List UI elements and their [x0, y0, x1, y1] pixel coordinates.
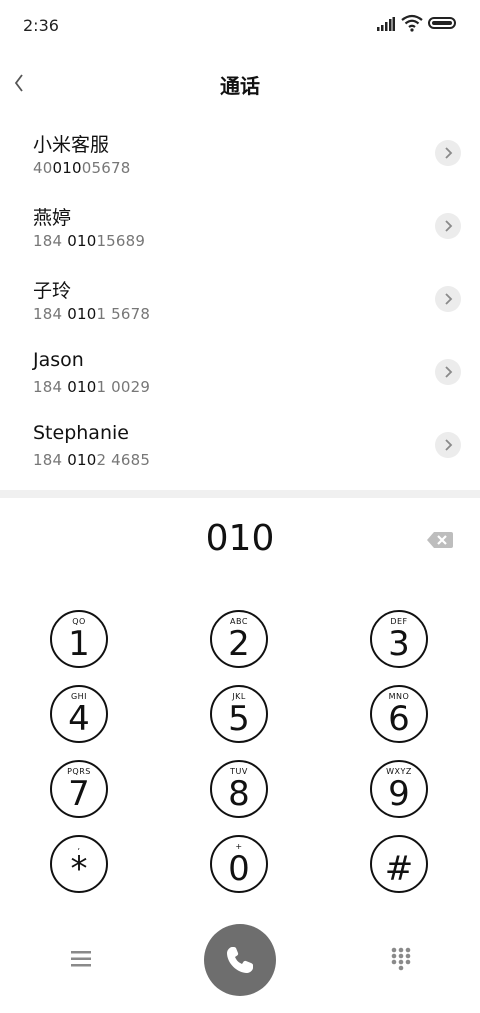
dialed-number: 010: [205, 518, 275, 559]
chevron-right-icon: [445, 366, 453, 378]
contact-number: 184 0102 4685: [33, 451, 151, 469]
key-4[interactable]: GHI 4: [50, 685, 108, 743]
key-digit: 1: [68, 624, 90, 664]
key-hash[interactable]: #: [370, 835, 428, 893]
key-6[interactable]: MNO 6: [370, 685, 428, 743]
key-star[interactable]: , *: [50, 835, 108, 893]
key-9[interactable]: WXYZ 9: [370, 760, 428, 818]
key-digit: 9: [388, 774, 410, 814]
contact-row[interactable]: Jason 184 0101 0029: [0, 337, 480, 410]
contact-name: 小米客服: [33, 134, 110, 156]
key-digit: 2: [228, 624, 250, 664]
contact-detail-button[interactable]: [435, 286, 461, 312]
section-divider: [0, 490, 480, 498]
contact-detail-button[interactable]: [435, 432, 461, 458]
chevron-right-icon: [445, 439, 453, 451]
contact-row[interactable]: 子玲 184 0101 5678: [0, 264, 480, 337]
key-digit: 6: [388, 699, 410, 739]
key-digit: 5: [228, 699, 250, 739]
contact-row[interactable]: 燕婷 184 01015689: [0, 191, 480, 264]
contact-name: Jason: [33, 349, 84, 371]
key-7[interactable]: PQRS 7: [50, 760, 108, 818]
contact-detail-button[interactable]: [435, 359, 461, 385]
key-digit: 3: [388, 624, 410, 664]
key-digit: 4: [68, 699, 90, 739]
chevron-right-icon: [445, 293, 453, 305]
contact-number: 184 0101 0029: [33, 378, 151, 396]
backspace-button[interactable]: [426, 530, 454, 550]
key-0[interactable]: + 0: [210, 835, 268, 893]
chevron-right-icon: [445, 220, 453, 232]
contact-number: 184 01015689: [33, 232, 146, 250]
key-2[interactable]: ABC 2: [210, 610, 268, 668]
contact-row[interactable]: Stephanie 184 0102 4685: [0, 410, 480, 483]
contact-name: 燕婷: [33, 207, 72, 229]
contact-detail-button[interactable]: [435, 213, 461, 239]
status-time: 2:36: [23, 16, 59, 35]
key-digit: *: [70, 849, 88, 889]
menu-button[interactable]: [64, 942, 98, 976]
contact-detail-button[interactable]: [435, 140, 461, 166]
chevron-right-icon: [445, 147, 453, 159]
contact-list: 小米客服 4001005678 燕婷 184 01015689 子玲 184 0…: [0, 118, 480, 483]
page-title: 通话: [220, 74, 260, 98]
wifi-icon: [401, 14, 423, 32]
contact-row[interactable]: 小米客服 4001005678: [0, 118, 480, 191]
contact-name: 子玲: [33, 280, 72, 302]
backspace-icon: [427, 532, 453, 548]
contact-name: Stephanie: [33, 422, 129, 444]
contact-number: 184 0101 5678: [33, 305, 151, 323]
key-digit: 7: [68, 774, 90, 814]
key-digit: 8: [228, 774, 250, 814]
call-button[interactable]: [204, 924, 276, 996]
phone-icon: [227, 947, 253, 973]
dialpad-icon: [391, 947, 411, 971]
contact-number: 4001005678: [33, 159, 131, 177]
battery-icon: [428, 17, 456, 29]
dialpad-toggle-button[interactable]: [386, 944, 416, 974]
key-1[interactable]: QO 1: [50, 610, 108, 668]
key-digit: #: [384, 849, 414, 889]
key-5[interactable]: JKL 5: [210, 685, 268, 743]
menu-icon: [71, 951, 91, 967]
key-3[interactable]: DEF 3: [370, 610, 428, 668]
key-8[interactable]: TUV 8: [210, 760, 268, 818]
status-bar: 2:36: [0, 0, 480, 52]
key-digit: 0: [228, 849, 250, 889]
signal-icon: [377, 17, 395, 31]
